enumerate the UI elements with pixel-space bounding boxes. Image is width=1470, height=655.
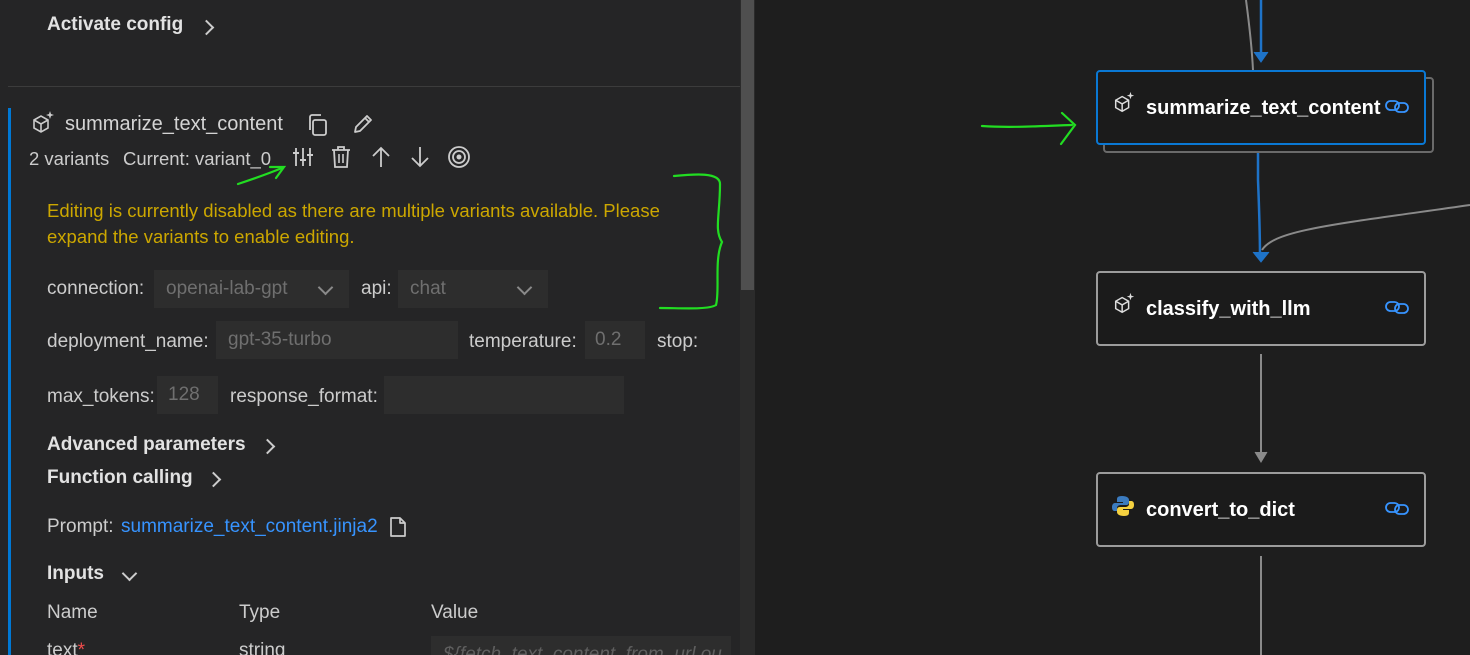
- deployment-name-field[interactable]: gpt-35-turbo: [216, 321, 458, 359]
- node-editor-panel: Activate config summarize_text_content 2…: [0, 0, 740, 655]
- chevron-right-icon[interactable]: [205, 471, 222, 488]
- stop-label: stop:: [657, 331, 699, 352]
- llm-sparkle-icon: [1114, 292, 1135, 314]
- tune-variants-icon[interactable]: [291, 145, 315, 169]
- inputs-header-type: Type: [239, 602, 281, 623]
- advanced-parameters-label: Advanced parameters: [47, 434, 246, 455]
- edit-pencil-icon[interactable]: [351, 112, 375, 136]
- llm-sparkle-icon: [33, 111, 54, 133]
- max-tokens-label: max_tokens:: [47, 386, 155, 407]
- function-calling-label: Function calling: [47, 467, 193, 488]
- function-calling-toggle[interactable]: Function calling: [47, 467, 193, 489]
- editing-disabled-warning: Editing is currently disabled as there a…: [47, 200, 660, 247]
- link-icon[interactable]: [1385, 97, 1409, 115]
- activate-config-label: Activate config: [47, 14, 184, 35]
- max-tokens-field[interactable]: 128: [157, 376, 218, 414]
- response-format-field[interactable]: [384, 376, 624, 414]
- link-icon[interactable]: [1385, 298, 1409, 316]
- advanced-parameters-toggle[interactable]: Advanced parameters: [47, 434, 246, 456]
- connection-label: connection:: [47, 278, 145, 299]
- target-icon[interactable]: [447, 145, 471, 169]
- delete-icon[interactable]: [330, 145, 352, 169]
- arrow-down-icon[interactable]: [409, 145, 431, 169]
- temperature-label: temperature:: [469, 331, 577, 352]
- deployment-name-label: deployment_name:: [47, 331, 209, 352]
- selected-node-accent-bar: [8, 108, 11, 655]
- copy-icon[interactable]: [306, 113, 330, 137]
- input-name-text: text: [47, 640, 78, 655]
- node-title: summarize_text_content: [65, 113, 283, 135]
- api-value: chat: [410, 278, 446, 299]
- input-value: ${fetch_text_content_from_url.ou: [443, 644, 722, 655]
- chevron-down-icon[interactable]: [121, 565, 138, 582]
- activate-config-toggle[interactable]: Activate config: [47, 14, 183, 36]
- chevron-right-icon[interactable]: [198, 19, 215, 36]
- required-marker: *: [77, 640, 86, 655]
- prompt-label: Prompt:: [47, 516, 114, 537]
- graph-node-label: classify_with_llm: [1146, 298, 1311, 320]
- graph-node-summarize-text-content[interactable]: summarize_text_content: [1096, 70, 1426, 145]
- annotation-bracket-icon: [658, 173, 724, 310]
- inputs-header-value: Value: [431, 602, 479, 623]
- divider: [8, 86, 740, 87]
- scrollbar-thumb[interactable]: [741, 0, 754, 290]
- graph-node-classify-with-llm[interactable]: classify_with_llm: [1096, 271, 1426, 346]
- graph-node-label: summarize_text_content: [1146, 97, 1381, 119]
- deployment-name-value: gpt-35-turbo: [228, 329, 332, 350]
- prompt-file-link[interactable]: summarize_text_content.jinja2: [121, 516, 378, 538]
- temperature-value: 0.2: [595, 329, 622, 350]
- input-type: string: [239, 640, 286, 655]
- inputs-header-name: Name: [47, 602, 98, 623]
- open-file-icon[interactable]: [388, 516, 408, 538]
- inputs-toggle[interactable]: Inputs: [47, 563, 104, 585]
- python-icon: [1112, 496, 1134, 516]
- api-label: api:: [361, 278, 392, 299]
- input-name: text*: [47, 640, 85, 655]
- graph-node-convert-to-dict[interactable]: convert_to_dict: [1096, 472, 1426, 547]
- input-value-field[interactable]: ${fetch_text_content_from_url.ou: [431, 636, 731, 655]
- connection-value: openai-lab-gpt: [166, 278, 288, 299]
- response-format-label: response_format:: [230, 386, 378, 407]
- link-icon[interactable]: [1385, 499, 1409, 517]
- temperature-field[interactable]: 0.2: [585, 321, 645, 359]
- annotation-arrow-icon: [236, 165, 287, 186]
- chevron-right-icon[interactable]: [259, 438, 276, 455]
- llm-sparkle-icon: [1114, 91, 1135, 113]
- max-tokens-value: 128: [168, 384, 200, 405]
- graph-node-label: convert_to_dict: [1146, 499, 1295, 521]
- arrow-up-icon[interactable]: [370, 145, 392, 169]
- variants-count: 2 variants: [29, 148, 110, 169]
- inputs-label: Inputs: [47, 563, 104, 584]
